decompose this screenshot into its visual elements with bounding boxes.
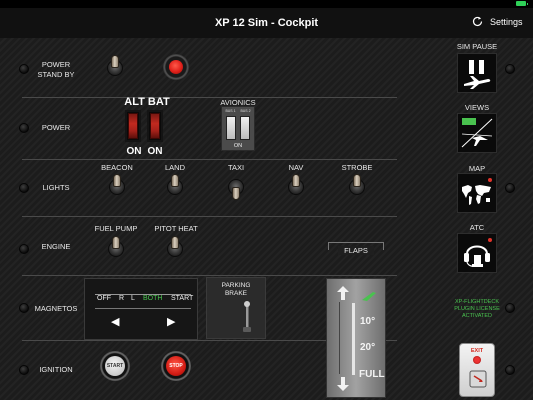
flaps-slot (352, 303, 355, 375)
fuel-pump-label: FUEL PUMP (94, 224, 138, 233)
rivet (19, 183, 29, 193)
settings-button[interactable]: Settings (490, 17, 523, 27)
flaps-panel[interactable] (326, 278, 386, 398)
nav-label: NAV (288, 163, 304, 172)
bus1-label: BUS 1 (225, 109, 236, 113)
flaps-full-label[interactable]: FULL (359, 369, 385, 380)
start-button[interactable]: START (100, 351, 130, 381)
exit-light-icon (473, 356, 481, 364)
parking-brake-panel: PARKING BRAKE (206, 277, 266, 339)
start-button-label: START (105, 356, 125, 376)
flaps-up-position-icon (362, 292, 376, 301)
fuel-pump-toggle[interactable] (106, 236, 126, 262)
magneto-left-arrow-icon[interactable]: ◀ (111, 315, 119, 328)
exit-button[interactable]: EXIT (459, 343, 495, 397)
map-alert-dot (488, 178, 492, 182)
taxi-label: TAXI (227, 163, 245, 172)
parking-brake-handle-icon[interactable] (239, 300, 255, 334)
magneto-pos-l[interactable]: L (131, 295, 135, 302)
battery-icon (516, 1, 528, 6)
atc-label: ATC (469, 223, 485, 232)
alt-state-label: ON (126, 146, 142, 157)
flaps-scale-line (339, 302, 347, 374)
cockpit-view-icon (461, 118, 493, 148)
rivet (505, 64, 515, 74)
avionics-switch-panel: BUS 1 BUS 2 ON (221, 106, 255, 151)
row-divider (22, 275, 397, 276)
section-label-power: POWER (41, 123, 71, 132)
page-title: XP 12 Sim - Cockpit (214, 17, 319, 29)
flaps-20-label[interactable]: 20° (360, 342, 375, 353)
beacon-label: BEACON (101, 163, 133, 172)
strobe-toggle[interactable] (347, 174, 367, 200)
flaps-label: FLAPS (338, 246, 374, 255)
alt-rocker-switch[interactable] (125, 110, 141, 142)
refresh-icon[interactable] (471, 15, 484, 28)
magneto-pos-both[interactable]: BOTH (143, 295, 162, 302)
sim-pause-label: SIM PAUSE (456, 42, 498, 51)
flaps-up-arrow-icon (337, 286, 349, 300)
license-note: XP-FLIGHTDECK PLUGIN LICENSE ACTIVATED (454, 299, 500, 319)
parking-brake-label: PARKING BRAKE (221, 282, 251, 297)
section-label-lights: LIGHTS (42, 183, 70, 192)
strobe-label: STROBE (341, 163, 373, 172)
sim-pause-button[interactable] (457, 53, 497, 93)
stop-button[interactable]: STOP (161, 351, 191, 381)
avionics-bus1-switch[interactable] (226, 116, 236, 140)
atc-alert-dot (488, 238, 492, 242)
land-label: LAND (164, 163, 185, 172)
rivet (19, 64, 29, 74)
row-divider (22, 216, 397, 217)
bat-rocker-switch[interactable] (147, 110, 163, 142)
magneto-right-arrow-icon[interactable]: ▶ (167, 315, 175, 328)
atc-button[interactable] (457, 233, 497, 273)
stop-button-label: STOP (166, 356, 186, 376)
exit-door-icon (469, 370, 487, 388)
pause-airplane-icon (464, 60, 491, 89)
avionics-bus2-switch[interactable] (240, 116, 250, 140)
beacon-toggle[interactable] (107, 174, 127, 200)
pitot-heat-label: PITOT HEAT (154, 224, 198, 233)
taxi-toggle[interactable] (226, 174, 246, 200)
standby-power-toggle[interactable] (105, 55, 125, 81)
section-label-power-standby: POWER STAND BY (37, 60, 75, 79)
row-divider (22, 97, 397, 98)
bat-state-label: ON (147, 146, 163, 157)
flaps-10-label[interactable]: 10° (360, 316, 375, 327)
rivet (505, 183, 515, 193)
nav-toggle[interactable] (286, 174, 306, 200)
land-toggle[interactable] (165, 174, 185, 200)
bus2-label: BUS 2 (240, 109, 251, 113)
magneto-scale-line (95, 308, 191, 309)
flaps-down-arrow-icon (337, 377, 349, 391)
magneto-pos-off[interactable]: OFF (97, 295, 111, 302)
map-button[interactable] (457, 173, 497, 213)
section-label-engine: ENGINE (41, 242, 71, 251)
standby-power-button[interactable] (163, 54, 189, 80)
status-bar (0, 0, 533, 8)
section-label-magnetos: MAGNETOS (34, 304, 78, 313)
section-label-ignition: IGNITION (39, 365, 73, 374)
rivet (19, 365, 29, 375)
rivet (19, 123, 29, 133)
magneto-selector: OFF R L BOTH START ◀ ▶ (84, 278, 198, 340)
rivet (19, 244, 29, 254)
rivet (505, 365, 515, 375)
pitot-heat-toggle[interactable] (165, 236, 185, 262)
avionics-state-label: ON (233, 143, 243, 149)
magneto-pos-r[interactable]: R (119, 295, 124, 302)
row-divider (22, 159, 397, 160)
map-label: MAP (468, 164, 486, 173)
rivet (19, 303, 29, 313)
magneto-pos-start[interactable]: START (171, 295, 193, 302)
views-label: VIEWS (464, 103, 490, 112)
views-button[interactable] (457, 113, 497, 153)
alt-bat-label: ALT BAT (124, 96, 170, 108)
exit-label: EXIT (470, 348, 484, 354)
